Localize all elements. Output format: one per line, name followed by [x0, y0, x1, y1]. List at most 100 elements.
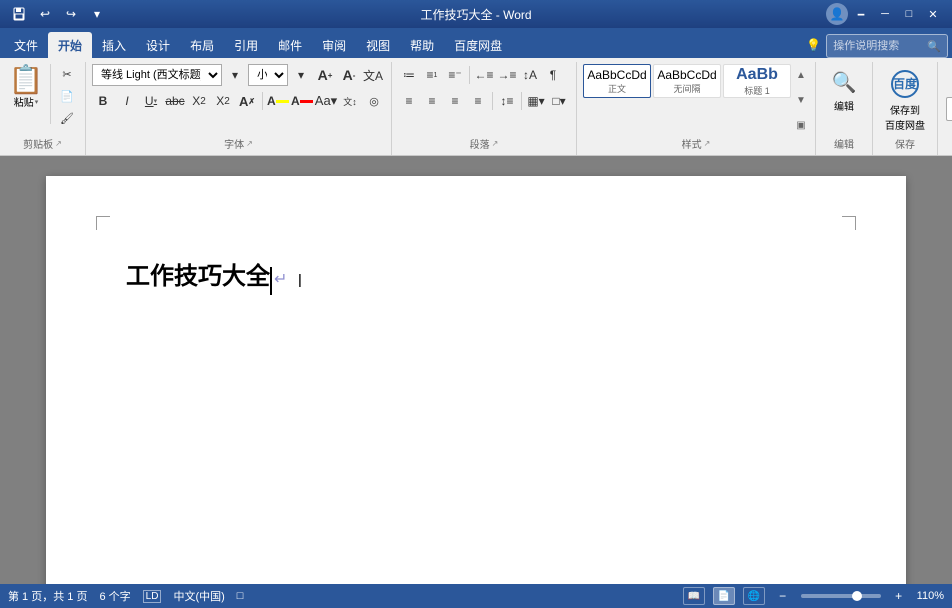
style-expand-button[interactable]: ▣ [793, 114, 809, 136]
tab-mail[interactable]: 邮件 [268, 32, 312, 58]
superscript-button[interactable]: X2 [212, 90, 234, 112]
title-bar-left: ↩ ↪ ▾ [8, 5, 108, 23]
share-button[interactable]: 👥 共享 [946, 97, 952, 121]
underline-button[interactable]: U▾ [140, 90, 162, 112]
language-status[interactable]: 中文(中国) [173, 588, 224, 604]
font-name-dropdown[interactable]: ▾ [224, 64, 246, 86]
tab-layout[interactable]: 布局 [180, 32, 224, 58]
copy-button[interactable]: 📄 [55, 86, 79, 106]
cut-button[interactable]: ✂ [55, 64, 79, 84]
baidu-save-group: 百度 保存到 百度网盘 保存 [873, 62, 937, 155]
para-sep-3 [521, 92, 522, 110]
tab-file[interactable]: 文件 [4, 32, 48, 58]
word-count-status[interactable]: 6 个字 [99, 588, 130, 604]
paragraph-row-1: ≔ ≡1 ≡⁻ ←≡ →≡ ↕A ¶ [398, 64, 564, 86]
encircle-char-button[interactable]: ◎ [363, 90, 385, 112]
styles-expand-icon[interactable]: ↗ [704, 139, 711, 148]
paragraph-group: ≔ ≡1 ≡⁻ ←≡ →≡ ↕A ¶ ≡ ≡ ≡ ≡ ↕≡ ▦▾ □▾ [392, 62, 577, 155]
user-area[interactable]: 👤 [826, 3, 848, 25]
accessibility-status[interactable]: □ [237, 590, 244, 602]
italic-button[interactable]: I [116, 90, 138, 112]
web-view-button[interactable]: 🌐 [743, 587, 765, 605]
show-marks-button[interactable]: ¶ [542, 64, 564, 86]
ribbon-search-bar[interactable]: 🔍 [826, 34, 948, 58]
phonetic-button[interactable]: 文↕ [339, 90, 361, 112]
decrease-indent-button[interactable]: ←≡ [473, 64, 495, 86]
page-count-status[interactable]: 第 1 页，共 1 页 [8, 588, 87, 604]
multilevel-button[interactable]: ≡⁻ [444, 64, 466, 86]
sort-button[interactable]: ↕A [519, 64, 541, 86]
increase-font-button[interactable]: A+ [314, 64, 336, 86]
zoom-in-button[interactable]: + [889, 587, 909, 605]
numbering-button[interactable]: ≡1 [421, 64, 443, 86]
increase-indent-button[interactable]: →≡ [496, 64, 518, 86]
align-right-button[interactable]: ≡ [444, 90, 466, 112]
clipboard-expand-icon[interactable]: ↗ [55, 139, 62, 148]
zoom-out-button[interactable]: − [773, 587, 793, 605]
baidu-save-button[interactable]: 百度 保存到 百度网盘 [879, 64, 931, 134]
page-corner-top-left [96, 216, 110, 230]
paragraph-expand-icon[interactable]: ↗ [492, 139, 499, 148]
text-highlight-button[interactable]: A [267, 90, 289, 112]
decrease-font-button[interactable]: A- [338, 64, 360, 86]
style-scroll-up[interactable]: ▲ [793, 64, 809, 86]
tab-review[interactable]: 审阅 [312, 32, 356, 58]
shading-button[interactable]: ▦▾ [525, 90, 547, 112]
macro-status[interactable]: LD [143, 590, 162, 603]
style-row-1: AaBbCcDd 正文 AaBbCcDd 无间隔 AaBb 标题 1 [583, 64, 791, 98]
text-cursor-symbol: I [297, 271, 309, 291]
style-no-spacing[interactable]: AaBbCcDd 无间隔 [653, 64, 721, 98]
zoom-level-status[interactable]: 110% [917, 590, 944, 602]
read-view-button[interactable]: 📖 [683, 587, 705, 605]
tab-references[interactable]: 引用 [224, 32, 268, 58]
format-painter-button[interactable]: 🖌 [55, 108, 79, 128]
bullets-button[interactable]: ≔ [398, 64, 420, 86]
qat-customize-button[interactable]: ▾ [86, 5, 108, 23]
tab-home[interactable]: 开始 [48, 32, 92, 58]
print-view-button[interactable]: 📄 [713, 587, 735, 605]
clipboard-group: 📋 粘贴 ▾ ✂ 📄 🖌 剪贴板 ↗ [0, 62, 86, 155]
qat-redo-button[interactable]: ↪ [60, 5, 82, 23]
zoom-slider[interactable] [801, 594, 881, 598]
maximize-button[interactable]: □ [898, 5, 920, 23]
clear-format-button[interactable]: A✗ [236, 90, 258, 112]
paste-button[interactable]: 📋 粘贴 ▾ [6, 64, 46, 111]
strikethrough-button[interactable]: abc [164, 90, 186, 112]
style-normal[interactable]: AaBbCcDd 正文 [583, 64, 651, 98]
font-color-button[interactable]: A [291, 90, 313, 112]
font-name-select[interactable]: 等线 Light (西文标题) [92, 64, 222, 86]
qat-save-button[interactable] [8, 5, 30, 23]
change-case-button[interactable]: 文A [362, 64, 384, 86]
subscript-button[interactable]: X2 [188, 90, 210, 112]
style-scroll-down[interactable]: ▼ [793, 89, 809, 111]
document-page[interactable]: 工作技巧大全↵I [46, 176, 906, 584]
minimize-button[interactable]: ─ [874, 5, 896, 23]
close-button[interactable]: ✕ [922, 5, 944, 23]
search-input[interactable] [833, 40, 923, 52]
char-spacing-button[interactable]: Aa▾ [315, 90, 337, 112]
underline-dropdown: ▾ [154, 97, 158, 105]
clipboard-group-label: 剪贴板 ↗ [6, 136, 79, 153]
tab-view[interactable]: 视图 [356, 32, 400, 58]
qat-undo-button[interactable]: ↩ [34, 5, 56, 23]
svg-text:百度: 百度 [893, 76, 918, 91]
tab-baidu[interactable]: 百度网盘 [444, 32, 512, 58]
macro-icon: LD [143, 590, 162, 603]
justify-button[interactable]: ≡ [467, 90, 489, 112]
tab-help[interactable]: 帮助 [400, 32, 444, 58]
bold-button[interactable]: B [92, 90, 114, 112]
tab-design[interactable]: 设计 [136, 32, 180, 58]
font-expand-icon[interactable]: ↗ [246, 139, 253, 148]
tab-insert[interactable]: 插入 [92, 32, 136, 58]
font-size-select[interactable]: 小一 [248, 64, 288, 86]
ribbon-collapse-button[interactable]: 🗕 [850, 5, 872, 23]
font-format-row: B I U▾ abc X2 X2 A✗ A A Aa▾ 文↕ ◎ [92, 90, 385, 112]
align-center-button[interactable]: ≡ [421, 90, 443, 112]
line-spacing-button[interactable]: ↕≡ [496, 90, 518, 112]
font-size-dropdown[interactable]: ▾ [290, 64, 312, 86]
style-heading1[interactable]: AaBb 标题 1 [723, 64, 791, 98]
borders-button[interactable]: □▾ [548, 90, 570, 112]
baidu-save-group-content: 百度 保存到 百度网盘 [879, 64, 931, 136]
find-button[interactable]: 🔍 编辑 [822, 64, 866, 115]
align-left-button[interactable]: ≡ [398, 90, 420, 112]
